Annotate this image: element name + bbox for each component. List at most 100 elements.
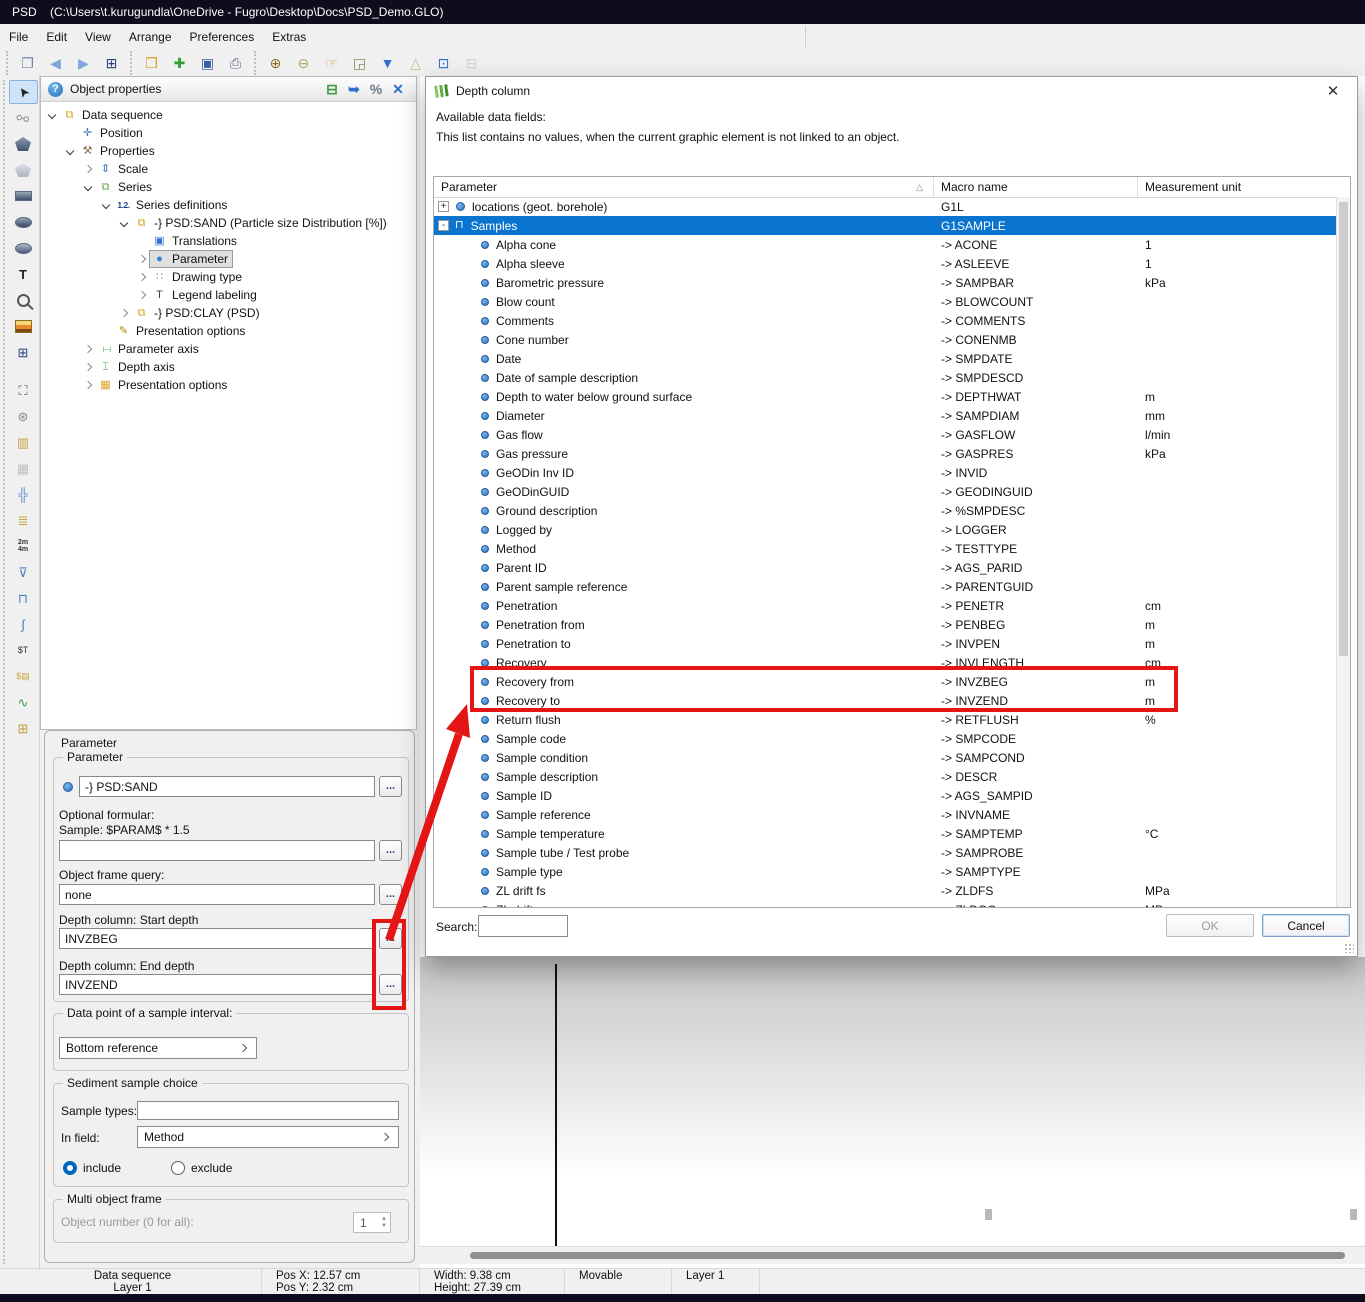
zoom-page-icon[interactable]: ◲	[347, 51, 372, 75]
stepper-arrows-icon[interactable]: ▲▼	[378, 1216, 390, 1229]
table-row[interactable]: Logged by-> LOGGER	[434, 520, 1337, 539]
table-row[interactable]: Date of sample description-> SMPDESCD	[434, 368, 1337, 387]
line-chart-icon[interactable]: ∿	[9, 690, 38, 714]
parameter-browse-button[interactable]: ...	[379, 776, 402, 797]
close-panel-icon[interactable]: ✕	[387, 81, 409, 98]
step-profile-icon[interactable]: ⊓	[9, 586, 38, 610]
start-depth-browse-button[interactable]: ...	[379, 928, 402, 949]
table-row[interactable]: Diameter-> SAMPDIAMmm	[434, 406, 1337, 425]
tree-item[interactable]: ⌶Parameter axis	[41, 340, 416, 358]
table-row[interactable]: +locations (geot. borehole)G1L	[434, 197, 1337, 216]
table-row[interactable]: Sample temperature-> SAMPTEMP°C	[434, 824, 1337, 843]
sample-types-field[interactable]	[137, 1101, 399, 1120]
table-row[interactable]: Gas flow-> GASFLOWl/min	[434, 425, 1337, 444]
tree-item[interactable]: ⧉Data sequence	[41, 106, 416, 124]
tree-expander-icon[interactable]	[135, 292, 149, 298]
pentagon-tool[interactable]	[9, 132, 38, 156]
table-row[interactable]: -⊓SamplesG1SAMPLE	[434, 216, 1337, 235]
new-page-icon[interactable]: ❐	[15, 51, 40, 75]
text-tool[interactable]: T	[9, 262, 38, 286]
column-header-parameter[interactable]: Parameter △	[434, 177, 933, 197]
frame-tool[interactable]: ⊞	[9, 340, 38, 364]
back-icon[interactable]: ◀	[43, 51, 68, 75]
polygon-tool[interactable]	[9, 158, 38, 182]
tree-item[interactable]: ⧉-} PSD:CLAY (PSD)	[41, 304, 416, 322]
table-row[interactable]: Recovery to-> INVZENDm	[434, 691, 1337, 710]
zoom-previous-icon[interactable]: ⊟	[459, 51, 484, 75]
table-row[interactable]: Parent ID-> AGS_PARID	[434, 558, 1337, 577]
table-row[interactable]: Alpha cone-> ACONE1	[434, 235, 1337, 254]
tree-item[interactable]: ✎Presentation options	[41, 322, 416, 340]
expand-icon[interactable]: +	[438, 201, 449, 212]
tree-expander-icon[interactable]	[117, 310, 131, 316]
tree-item[interactable]: ▦Presentation options	[41, 376, 416, 394]
sort-descending-icon[interactable]: ▼	[375, 51, 400, 75]
menu-arrange[interactable]: Arrange	[120, 25, 181, 49]
table-row[interactable]: GeODin Inv ID-> INVID	[434, 463, 1337, 482]
table-row[interactable]: Method-> TESTTYPE	[434, 539, 1337, 558]
help-icon[interactable]: ?	[48, 82, 63, 97]
parameter-field[interactable]	[79, 776, 375, 797]
tree-item[interactable]: ⧉Series	[41, 178, 416, 196]
pick-object-icon[interactable]: ➥	[343, 81, 365, 98]
table-row[interactable]: Penetration to-> INVPENm	[434, 634, 1337, 653]
connector-tool[interactable]: ☍	[9, 106, 38, 130]
tree-expander-icon[interactable]	[135, 256, 149, 262]
tree-item[interactable]: ∷Drawing type	[41, 268, 416, 286]
object-frame-query-browse-button[interactable]: ...	[379, 884, 402, 905]
menu-edit[interactable]: Edit	[37, 25, 76, 49]
save-icon[interactable]: ▣	[195, 51, 220, 75]
ok-button[interactable]: OK	[1166, 914, 1254, 937]
table-row[interactable]: Cone number-> CONENMB	[434, 330, 1337, 349]
tree-expander-icon[interactable]	[81, 382, 95, 388]
tree-expander-icon[interactable]	[81, 184, 95, 190]
pan-hand-icon[interactable]: ☞	[319, 51, 344, 75]
table-row[interactable]: Comments-> COMMENTS	[434, 311, 1337, 330]
grid-icon[interactable]: ▦	[9, 456, 38, 480]
cancel-button[interactable]: Cancel	[1262, 914, 1350, 937]
object-number-stepper[interactable]: 1 ▲▼	[353, 1212, 391, 1233]
image-tool[interactable]	[9, 314, 38, 338]
rectangle-tool[interactable]	[9, 184, 38, 208]
water-level-icon[interactable]: ⊽	[9, 560, 38, 584]
column-profile-icon[interactable]: ▥	[9, 430, 38, 454]
table-row[interactable]: Sample description-> DESCR	[434, 767, 1337, 786]
tree-expander-icon[interactable]	[81, 166, 95, 172]
forward-icon[interactable]: ▶	[71, 51, 96, 75]
text-variable-icon[interactable]: $T	[9, 638, 38, 662]
table-row[interactable]: Sample condition-> SAMPCOND	[434, 748, 1337, 767]
tree-expander-icon[interactable]	[99, 202, 113, 208]
tree-item[interactable]: ✛Position	[41, 124, 416, 142]
selection-handle[interactable]	[985, 1209, 992, 1220]
object-structure-icon[interactable]: %	[365, 81, 387, 98]
resize-grip[interactable]	[1344, 943, 1354, 953]
zoom-in-icon[interactable]: ⊕	[263, 51, 288, 75]
menu-preferences[interactable]: Preferences	[181, 25, 264, 49]
tree-item[interactable]: ▣Translations	[41, 232, 416, 250]
scrollbar-thumb[interactable]	[470, 1252, 1345, 1259]
tree-item[interactable]: TLegend labeling	[41, 286, 416, 304]
tree-expander-icon[interactable]	[63, 148, 77, 154]
sort-ascending-icon[interactable]: △	[403, 51, 428, 75]
table-row[interactable]: ZL drift fs-> ZLDFSMPa	[434, 881, 1337, 900]
end-depth-field[interactable]	[59, 974, 375, 995]
menu-view[interactable]: View	[76, 25, 120, 49]
curve-profile-icon[interactable]: ∫	[9, 612, 38, 636]
table-row[interactable]: Barometric pressure-> SAMPBARkPa	[434, 273, 1337, 292]
circle-tool[interactable]	[9, 236, 38, 260]
tree-item[interactable]: 1.2.Series definitions	[41, 196, 416, 214]
table-row[interactable]: ZL drift qc-> ZLDQCMPa	[434, 900, 1337, 907]
image-variable-icon[interactable]: $▤	[9, 664, 38, 688]
ellipse-tool[interactable]	[9, 210, 38, 234]
table-row[interactable]: Return flush-> RETFLUSH%	[434, 710, 1337, 729]
table-row[interactable]: Sample ID-> AGS_SAMPID	[434, 786, 1337, 805]
tree-expander-icon[interactable]	[135, 274, 149, 280]
zoom-tool[interactable]	[9, 288, 38, 312]
table-row[interactable]: Sample code-> SMPCODE	[434, 729, 1337, 748]
menu-extras[interactable]: Extras	[263, 25, 315, 49]
table-row[interactable]: Recovery-> INVLENGTHcm	[434, 653, 1337, 672]
select-objects-tool[interactable]: ⊛	[9, 404, 38, 428]
tree-item[interactable]: ⧉-} PSD:SAND (Particle size Distribution…	[41, 214, 416, 232]
column-header-macro-name[interactable]: Macro name	[933, 177, 1137, 197]
exclude-radio[interactable]	[171, 1161, 185, 1175]
